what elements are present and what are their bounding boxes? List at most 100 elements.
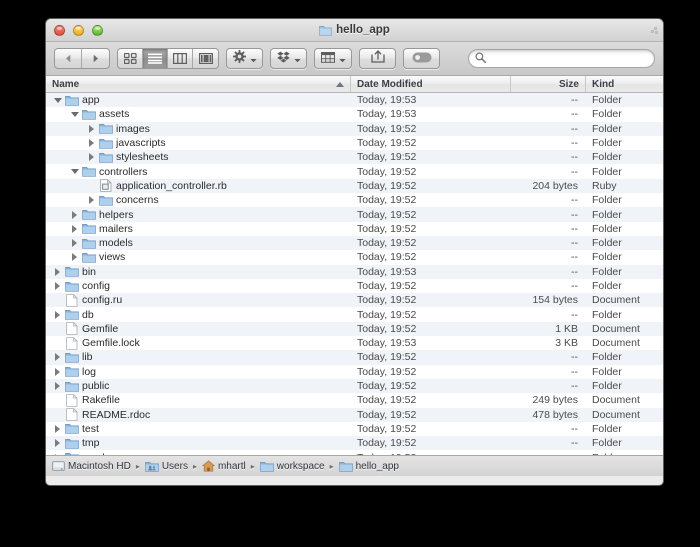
close-button[interactable]: [54, 24, 65, 36]
search-field[interactable]: [468, 49, 655, 68]
table-row[interactable]: images Today, 19:52 -- Folder: [46, 121, 663, 136]
table-row[interactable]: README.rdoc Today, 19:52 478 bytes Document: [46, 407, 663, 422]
table-row[interactable]: config Today, 19:52 -- Folder: [46, 278, 663, 294]
cell-date-modified: Today, 19:52: [357, 179, 417, 192]
table-row[interactable]: stylesheets Today, 19:52 -- Folder: [46, 150, 663, 165]
disclosure-triangle-closed-icon[interactable]: [52, 452, 63, 455]
disclosure-triangle-open-icon[interactable]: [69, 166, 80, 177]
disclosure-triangle-closed-icon[interactable]: [52, 423, 63, 434]
table-row[interactable]: models Today, 19:52 -- Folder: [46, 235, 663, 251]
breadcrumb-item[interactable]: Users: [144, 461, 188, 472]
table-row[interactable]: log Today, 19:52 -- Folder: [46, 364, 663, 379]
forward-button[interactable]: [82, 49, 109, 68]
table-row[interactable]: Rakefile Today, 19:52 249 bytes Document: [46, 393, 663, 408]
cell-kind: Folder: [592, 237, 622, 250]
search-input[interactable]: [490, 52, 648, 65]
column-header-date-modified[interactable]: Date Modified: [351, 76, 511, 92]
table-row[interactable]: lib Today, 19:52 -- Folder: [46, 350, 663, 365]
cell-kind: Folder: [592, 265, 622, 278]
folder-icon: [98, 152, 113, 163]
file-name-label: stylesheets: [116, 151, 169, 164]
table-row[interactable]: views Today, 19:52 -- Folder: [46, 250, 663, 265]
disclosure-triangle-closed-icon[interactable]: [69, 238, 80, 249]
document-icon: [64, 393, 79, 407]
breadcrumb-item[interactable]: mhartl: [201, 460, 246, 472]
table-row[interactable]: assets Today, 19:53 -- Folder: [46, 107, 663, 122]
list-view-button[interactable]: [143, 49, 168, 68]
cell-date-modified: Today, 19:53: [357, 108, 417, 121]
table-row[interactable]: test Today, 19:52 -- Folder: [46, 421, 663, 437]
table-row[interactable]: javascripts Today, 19:52 -- Folder: [46, 135, 663, 151]
window-titlebar[interactable]: hello_app: [46, 19, 663, 42]
back-button[interactable]: [55, 49, 82, 68]
cell-name: log: [46, 366, 351, 378]
finder-toolbar: [46, 42, 663, 76]
arrange-menu-button[interactable]: [314, 48, 352, 69]
dropbox-icon: [277, 50, 290, 68]
table-row[interactable]: vendor Today, 19:52--Folder: [46, 450, 663, 455]
column-view-button[interactable]: [168, 49, 193, 68]
cell-date-modified: Today, 19:53: [357, 94, 417, 107]
folder-icon: [64, 95, 79, 106]
column-header-size[interactable]: Size: [511, 76, 586, 92]
disclosure-triangle-open-icon[interactable]: [69, 109, 80, 120]
table-row[interactable]: bin Today, 19:53 -- Folder: [46, 264, 663, 279]
column-header-kind[interactable]: Kind: [586, 76, 663, 92]
disclosure-triangle-closed-icon[interactable]: [52, 381, 63, 392]
action-menu-button[interactable]: [226, 48, 263, 69]
disclosure-triangle-open-icon[interactable]: [52, 95, 63, 106]
cell-name: README.rdoc: [46, 408, 351, 421]
table-row[interactable]: db Today, 19:52 -- Folder: [46, 307, 663, 322]
table-row[interactable]: controllers Today, 19:52 -- Folder: [46, 164, 663, 179]
disclosure-triangle-closed-icon[interactable]: [52, 352, 63, 363]
breadcrumb-item[interactable]: Macintosh HD: [52, 460, 131, 472]
table-row[interactable]: mailers Today, 19:52 -- Folder: [46, 221, 663, 236]
file-list[interactable]: app Today, 19:53 -- Folder assets Today, 19:…: [46, 93, 663, 455]
table-row[interactable]: helpers Today, 19:52 -- Folder: [46, 207, 663, 222]
disclosure-triangle-closed-icon[interactable]: [69, 252, 80, 263]
share-button[interactable]: [359, 48, 396, 69]
cell-kind: Folder: [586, 452, 663, 455]
disclosure-triangle-closed-icon[interactable]: [52, 266, 63, 277]
edit-tags-button[interactable]: [403, 48, 440, 69]
disclosure-triangle-closed-icon[interactable]: [69, 209, 80, 220]
table-row[interactable]: tmp Today, 19:52 -- Folder: [46, 436, 663, 451]
table-row[interactable]: Gemfile Today, 19:52 1 KB Document: [46, 321, 663, 337]
disclosure-triangle-closed-icon[interactable]: [86, 152, 97, 163]
file-name-label: Rakefile: [82, 394, 120, 407]
cell-size: --: [571, 365, 578, 378]
disclosure-triangle-closed-icon[interactable]: [86, 123, 97, 134]
disclosure-triangle-closed-icon[interactable]: [69, 223, 80, 234]
cell-size: --: [571, 122, 578, 135]
resize-grip-icon[interactable]: [649, 24, 660, 35]
cell-kind: Document: [592, 294, 640, 307]
disclosure-triangle-closed-icon[interactable]: [52, 309, 63, 320]
cell-date-modified: Today, 19:52: [357, 237, 417, 250]
cell-name: application_controller.rb: [46, 179, 351, 193]
disclosure-triangle-closed-icon[interactable]: [86, 195, 97, 206]
disclosure-triangle-closed-icon[interactable]: [52, 438, 63, 449]
table-row[interactable]: application_controller.rb Today, 19:52 204…: [46, 178, 663, 194]
table-row[interactable]: Gemfile.lock Today, 19:53 3 KB Document: [46, 336, 663, 351]
column-header-date-label: Date Modified: [357, 78, 423, 90]
folder-icon: [81, 109, 96, 120]
minimize-button[interactable]: [73, 24, 84, 36]
tag-icon: [412, 50, 432, 68]
table-row[interactable]: public Today, 19:52 -- Folder: [46, 378, 663, 394]
disclosure-triangle-closed-icon[interactable]: [52, 366, 63, 377]
icon-view-button[interactable]: [118, 49, 143, 68]
disclosure-triangle-closed-icon[interactable]: [52, 281, 63, 292]
zoom-button[interactable]: [92, 24, 103, 36]
sort-ascending-icon: [336, 81, 344, 87]
breadcrumb-item[interactable]: hello_app: [338, 461, 399, 472]
dropbox-menu-button[interactable]: [270, 48, 307, 69]
breadcrumb-item[interactable]: workspace: [259, 461, 325, 472]
table-row[interactable]: app Today, 19:53 -- Folder: [46, 93, 663, 108]
coverflow-view-button[interactable]: [193, 49, 218, 68]
cell-date-modified: Today, 19:52: [357, 294, 417, 307]
disclosure-triangle-closed-icon[interactable]: [86, 138, 97, 149]
column-header-name[interactable]: Name: [46, 76, 351, 92]
table-row[interactable]: concerns Today, 19:52 -- Folder: [46, 193, 663, 208]
table-row[interactable]: config.ru Today, 19:52 154 bytes Document: [46, 293, 663, 308]
traffic-light-group: [54, 24, 103, 36]
